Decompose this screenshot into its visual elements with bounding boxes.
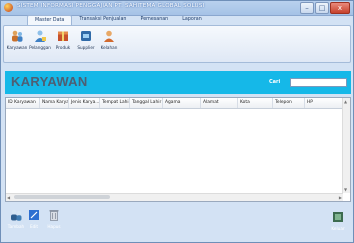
- add-user-icon: [11, 209, 22, 221]
- people-icon: [12, 30, 23, 42]
- column-kota[interactable]: Kota: [238, 98, 273, 108]
- scroll-right-icon[interactable]: ▶: [339, 195, 342, 200]
- column-telepon[interactable]: Telepon: [273, 98, 305, 108]
- search-label: Cari: [269, 79, 281, 85]
- tambah-button[interactable]: Tambah: [7, 208, 25, 232]
- horizontal-scrollbar[interactable]: ◀ ▶: [6, 193, 343, 201]
- column-agama[interactable]: Agama: [163, 98, 201, 108]
- column-jenis-karyawan[interactable]: Jenis Karya...: [69, 98, 100, 108]
- window-controls: – □ x: [300, 2, 350, 14]
- column-tempat-lahir[interactable]: Tempat Lahir: [100, 98, 130, 108]
- column-hp[interactable]: HP: [305, 98, 343, 108]
- user-icon: [104, 30, 114, 42]
- pelanggan-label: Pelanggan: [29, 45, 51, 50]
- edit-label: Edit: [29, 224, 39, 229]
- window-title: SISTEM INFORMASI PENGGAJIAN PT. SAHITEMA…: [17, 3, 205, 9]
- edit-icon: [29, 210, 39, 220]
- close-button[interactable]: x: [330, 2, 350, 14]
- table-header: ID Karyawan Nama Karya... Jenis Karya...…: [6, 98, 343, 109]
- menu-bar: Master Data Transaksi Penjualan Pemesana…: [1, 15, 353, 25]
- hapus-button[interactable]: Hapus: [45, 208, 63, 232]
- pelanggan-button[interactable]: Pelanggan: [29, 29, 51, 59]
- supplier-button[interactable]: Supplier: [75, 29, 97, 59]
- keluar-label: Keluar: [331, 226, 345, 231]
- karyawan-button[interactable]: Karyawan: [6, 29, 28, 59]
- title-bar: SISTEM INFORMASI PENGGAJIAN PT. SAHITEMA…: [1, 1, 353, 16]
- column-nama-karyawan[interactable]: Nama Karya...: [40, 98, 69, 108]
- supplier-icon: [81, 31, 91, 41]
- keluar-button[interactable]: Keluar: [329, 210, 347, 234]
- employee-table[interactable]: ID Karyawan Nama Karya... Jenis Karya...…: [5, 97, 351, 202]
- tab-master-data[interactable]: Master Data: [27, 15, 73, 25]
- maximize-button[interactable]: □: [315, 2, 329, 14]
- page-title: KARYAWAN: [11, 74, 88, 89]
- trash-icon: [49, 210, 59, 221]
- scroll-left-icon[interactable]: ◀: [7, 195, 10, 200]
- karyawan-label: Karyawan: [6, 45, 28, 50]
- app-window: SISTEM INFORMASI PENGGAJIAN PT. SAHITEMA…: [0, 0, 354, 243]
- hapus-label: Hapus: [47, 224, 61, 229]
- tab-transaksi-penjualan[interactable]: Transaksi Penjualan: [72, 15, 133, 25]
- page-header-band: KARYAWAN Cari: [5, 71, 351, 94]
- horizontal-scroll-thumb[interactable]: [14, 195, 110, 199]
- tambah-label: Tambah: [7, 224, 25, 229]
- exit-icon: [333, 212, 343, 222]
- column-tanggal-lahir[interactable]: Tanggal Lahir: [130, 98, 163, 108]
- tab-laporan[interactable]: Laporan: [175, 15, 209, 25]
- box-icon: [58, 31, 68, 41]
- edit-button[interactable]: Edit: [25, 208, 43, 232]
- column-alamat[interactable]: Alamat: [201, 98, 238, 108]
- produk-label: Produk: [55, 45, 71, 50]
- search-input[interactable]: [290, 78, 347, 87]
- supplier-label: Supplier: [77, 45, 95, 50]
- customer-icon: [35, 30, 46, 42]
- scroll-down-icon[interactable]: ▼: [344, 187, 347, 192]
- tab-pemesanan[interactable]: Pemesanan: [133, 15, 175, 25]
- produk-button[interactable]: Produk: [52, 29, 74, 59]
- scroll-up-icon[interactable]: ▲: [344, 99, 347, 104]
- kelahan-button[interactable]: Kelahan: [98, 29, 120, 59]
- vertical-scrollbar[interactable]: ▲ ▼: [342, 98, 350, 193]
- column-id-karyawan[interactable]: ID Karyawan: [6, 98, 40, 108]
- ribbon-toolbar: Karyawan Pelanggan Produk Supplier Kelah…: [3, 25, 351, 63]
- minimize-button[interactable]: –: [300, 2, 314, 14]
- app-icon: [4, 3, 13, 12]
- kelahan-label: Kelahan: [100, 45, 118, 50]
